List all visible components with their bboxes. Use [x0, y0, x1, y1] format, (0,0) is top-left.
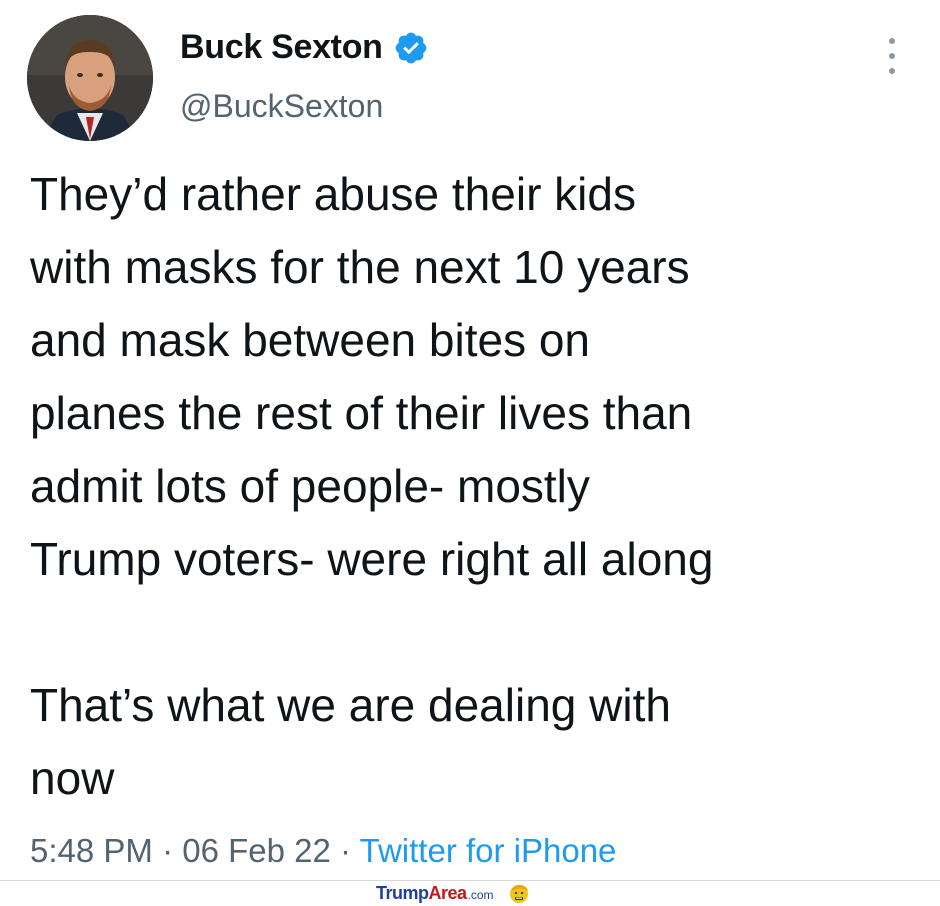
more-options-icon[interactable]: [882, 38, 902, 74]
tweet-line: and mask between bites on: [30, 314, 591, 366]
verified-badge-icon: [395, 32, 427, 63]
tweet-source[interactable]: Twitter for iPhone: [360, 832, 617, 869]
meta-separator: ·: [340, 832, 352, 869]
avatar-image: [27, 15, 153, 141]
divider: [0, 880, 940, 881]
tweet-line: That’s what we are dealing with: [30, 679, 671, 731]
tweet-date[interactable]: 06 Feb 22: [182, 832, 331, 869]
tweet-meta: 5:48 PM · 06 Feb 22 · Twitter for iPhone: [30, 832, 616, 870]
tweet-card: Buck Sexton @BuckSexton They’d rather ab…: [0, 0, 940, 880]
author-name[interactable]: Buck Sexton: [180, 28, 383, 67]
more-dot: [889, 53, 895, 59]
watermark-part-2: Area: [428, 882, 468, 903]
tweet-line: Trump voters- were right all along: [30, 533, 714, 585]
watermark-part-1: Trump: [376, 882, 429, 903]
tweet-time[interactable]: 5:48 PM: [30, 832, 153, 869]
watermark-part-3: .com: [467, 887, 494, 902]
trump-face-logo: [509, 884, 528, 903]
tweet-line: planes the rest of their lives than: [30, 387, 693, 439]
author-handle[interactable]: @BuckSexton: [180, 88, 383, 125]
avatar[interactable]: [27, 15, 153, 141]
meta-separator: ·: [162, 832, 174, 869]
tweet-line: They’d rather abuse their kids: [30, 168, 636, 220]
more-dot: [889, 38, 895, 44]
author-row: Buck Sexton: [180, 28, 429, 67]
tweet-text: They’d rather abuse their kids with mask…: [30, 158, 920, 815]
watermark: Trump Area .com: [376, 882, 530, 904]
tweet-line: with masks for the next 10 years: [30, 241, 690, 293]
tweet-line: now: [30, 752, 115, 804]
more-dot: [889, 68, 895, 74]
tweet-line: admit lots of people- mostly: [30, 460, 590, 512]
